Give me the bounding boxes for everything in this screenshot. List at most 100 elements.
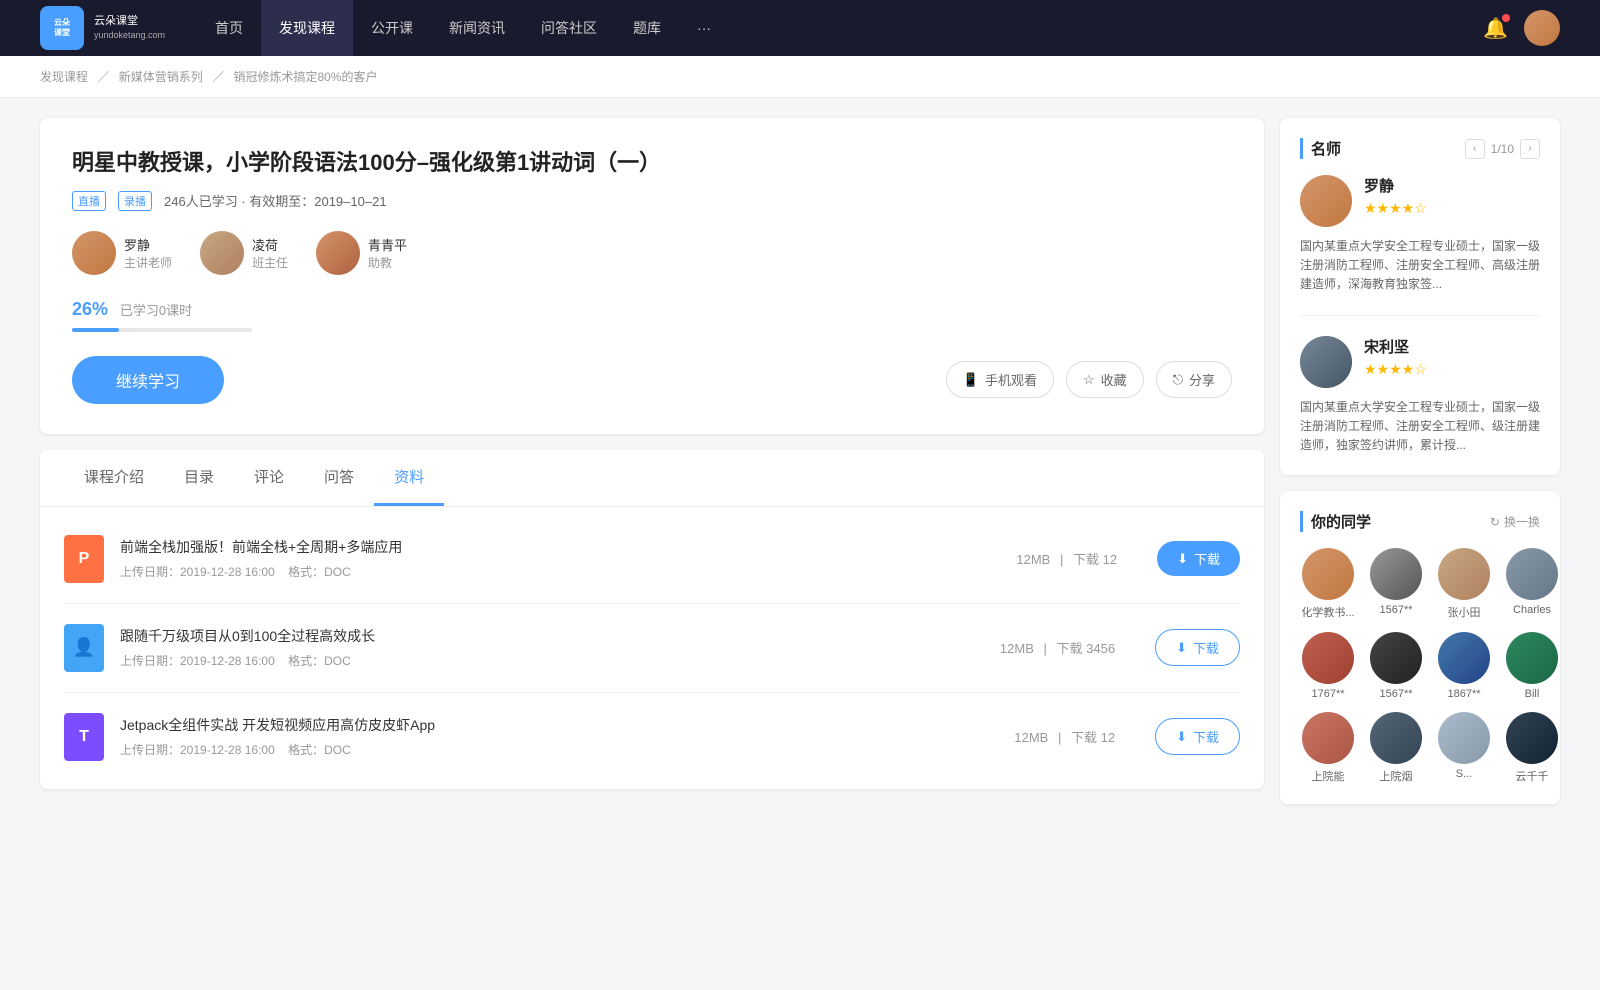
nav-item-news[interactable]: 新闻资讯 [431,0,523,56]
user-avatar[interactable] [1524,10,1560,46]
sidebar-teacher-1-desc: 国内某重点大学安全工程专业硕士，国家一级注册消防工程师、注册安全工程师、高级注册… [1300,237,1540,295]
classmates-header: 你的同学 ↻ 换一换 [1300,511,1540,532]
resource-item-2: 👤 跟随千万级项目从0到100全过程高效成长 上传日期：2019-12-28 1… [64,604,1240,693]
classmate-11-avatar [1438,712,1490,764]
download-icon-2: ⬇ [1176,640,1187,656]
classmate-4-avatar [1506,548,1558,600]
classmate-11-name: S... [1436,768,1492,780]
resource-info-2: 跟随千万级项目从0到100全过程高效成长 上传日期：2019-12-28 16:… [120,626,984,669]
continue-learning-button[interactable]: 继续学习 [72,356,224,404]
classmate-1-avatar [1302,548,1354,600]
nav-item-open[interactable]: 公开课 [353,0,431,56]
classmate-3-name: 张小田 [1436,604,1492,620]
breadcrumb-link-discover[interactable]: 发现课程 [40,70,88,84]
teacher-1[interactable]: 罗静 主讲老师 [72,231,172,275]
tab-reviews[interactable]: 评论 [234,450,304,506]
resource-stats-2: 12MB | 下载 3456 [1000,638,1115,657]
classmate-8[interactable]: Bill [1504,632,1560,700]
badge-live: 直播 [72,191,106,211]
tab-resources[interactable]: 资料 [374,450,444,506]
tab-catalogue[interactable]: 目录 [164,450,234,506]
classmate-4-name: Charles [1504,604,1560,616]
resource-stats-1: 12MB | 下载 12 [1016,549,1117,568]
classmate-9[interactable]: 上院能 [1300,712,1356,784]
breadcrumb-link-series[interactable]: 新媒体营销系列 [119,70,203,84]
mobile-view-button[interactable]: 📱 手机观看 [946,361,1054,398]
next-teacher-button[interactable]: › [1520,139,1540,159]
classmate-7[interactable]: 1867** [1436,632,1492,700]
classmate-4[interactable]: Charles [1504,548,1560,620]
progress-bar-wrap [72,328,252,332]
resource-title-3: Jetpack全组件实战 开发短视频应用高仿皮皮虾App [120,715,998,735]
classmate-9-name: 上院能 [1300,768,1356,784]
course-meta: 直播 录播 246人已学习 · 有效期至：2019–10–21 [72,191,1232,211]
resource-item-3: T Jetpack全组件实战 开发短视频应用高仿皮皮虾App 上传日期：2019… [64,693,1240,781]
resource-info-3: Jetpack全组件实战 开发短视频应用高仿皮皮虾App 上传日期：2019-1… [120,715,998,758]
nav-item-discover[interactable]: 发现课程 [261,0,353,56]
teacher-3-name: 青青平 [368,235,407,254]
mobile-icon: 📱 [963,372,979,388]
classmate-2[interactable]: 1567** [1368,548,1424,620]
teacher-3[interactable]: 青青平 助教 [316,231,407,275]
resource-meta-2: 上传日期：2019-12-28 16:00 格式：DOC [120,652,984,669]
badge-rec: 录播 [118,191,152,211]
notification-bell[interactable]: 🔔 [1483,16,1508,41]
resource-info-1: 前端全栈加强版！前端全栈+全周期+多端应用 上传日期：2019-12-28 16… [120,537,1000,580]
teachers-pagination: ‹ 1/10 › [1465,139,1540,159]
progress-section: 26% 已学习0课时 [72,299,1232,332]
classmate-2-name: 1567** [1368,604,1424,616]
classmates-grid: 化学教书... 1567** 张小田 Charles 1767** [1300,548,1540,784]
sidebar-teacher-2-desc: 国内某重点大学安全工程专业硕士，国家一级注册消防工程师、注册安全工程师、级注册建… [1300,398,1540,456]
classmate-9-avatar [1302,712,1354,764]
teacher-3-role: 助教 [368,254,407,271]
nav-item-more[interactable]: ··· [679,0,729,56]
collect-button[interactable]: ☆ 收藏 [1066,361,1144,398]
teacher-1-role: 主讲老师 [124,254,172,271]
classmate-1[interactable]: 化学教书... [1300,548,1356,620]
classmate-3[interactable]: 张小田 [1436,548,1492,620]
classmate-6[interactable]: 1567** [1368,632,1424,700]
resource-meta-1: 上传日期：2019-12-28 16:00 格式：DOC [120,563,1000,580]
share-button[interactable]: ⎋ 分享 [1156,361,1232,398]
resource-meta-3: 上传日期：2019-12-28 16:00 格式：DOC [120,741,998,758]
nav-items: 首页 发现课程 公开课 新闻资讯 问答社区 题库 ··· [197,0,1483,56]
logo[interactable]: 云朵课堂 云朵课堂 yundoketang.com [40,6,165,50]
tab-intro[interactable]: 课程介绍 [64,450,164,506]
classmate-12[interactable]: 云千千 [1504,712,1560,784]
resource-icon-2: 👤 [64,624,104,672]
teachers-sidebar-card: 名师 ‹ 1/10 › 罗静 ★★★★☆ 国内某重点大学安全工程专业硕士，国家一… [1280,118,1560,475]
classmate-5[interactable]: 1767** [1300,632,1356,700]
download-button-1[interactable]: ⬇ 下载 [1157,541,1240,576]
nav-item-home[interactable]: 首页 [197,0,261,56]
navbar: 云朵课堂 云朵课堂 yundoketang.com 首页 发现课程 公开课 新闻… [0,0,1600,56]
tab-qa[interactable]: 问答 [304,450,374,506]
breadcrumb: 发现课程 ／ 新媒体营销系列 ／ 销冠修炼术搞定80%的客户 [0,56,1600,98]
sidebar-teacher-2-name: 宋利坚 [1364,336,1427,357]
classmate-12-name: 云千千 [1504,768,1560,784]
classmate-11[interactable]: S... [1436,712,1492,784]
course-title: 明星中教授课，小学阶段语法100分–强化级第1讲动词（一） [72,148,1232,179]
download-button-2[interactable]: ⬇ 下载 [1155,629,1240,666]
classmate-6-name: 1567** [1368,688,1424,700]
download-button-3[interactable]: ⬇ 下载 [1155,718,1240,755]
teacher-2[interactable]: 凌荷 班主任 [200,231,288,275]
course-header-card: 明星中教授课，小学阶段语法100分–强化级第1讲动词（一） 直播 录播 246人… [40,118,1264,434]
teacher-2-role: 班主任 [252,254,288,271]
progress-bar-fill [72,328,119,332]
classmate-5-name: 1767** [1300,688,1356,700]
classmate-10-avatar [1370,712,1422,764]
classmate-10[interactable]: 上院烟 [1368,712,1424,784]
classmates-refresh-btn[interactable]: ↻ 换一换 [1490,513,1540,530]
classmate-5-avatar [1302,632,1354,684]
nav-item-qa[interactable]: 问答社区 [523,0,615,56]
tabs-card: 课程介绍 目录 评论 问答 资料 P 前端全栈加强版！前端全栈+全周期+多端应用… [40,450,1264,789]
download-icon-1: ⬇ [1177,551,1188,567]
classmate-8-name: Bill [1504,688,1560,700]
notification-dot [1502,14,1510,22]
resource-stats-3: 12MB | 下载 12 [1014,727,1115,746]
resource-item-1: P 前端全栈加强版！前端全栈+全周期+多端应用 上传日期：2019-12-28 … [64,515,1240,604]
nav-item-quiz[interactable]: 题库 [615,0,679,56]
refresh-icon: ↻ [1490,515,1500,529]
prev-teacher-button[interactable]: ‹ [1465,139,1485,159]
logo-icon: 云朵课堂 [40,6,84,50]
